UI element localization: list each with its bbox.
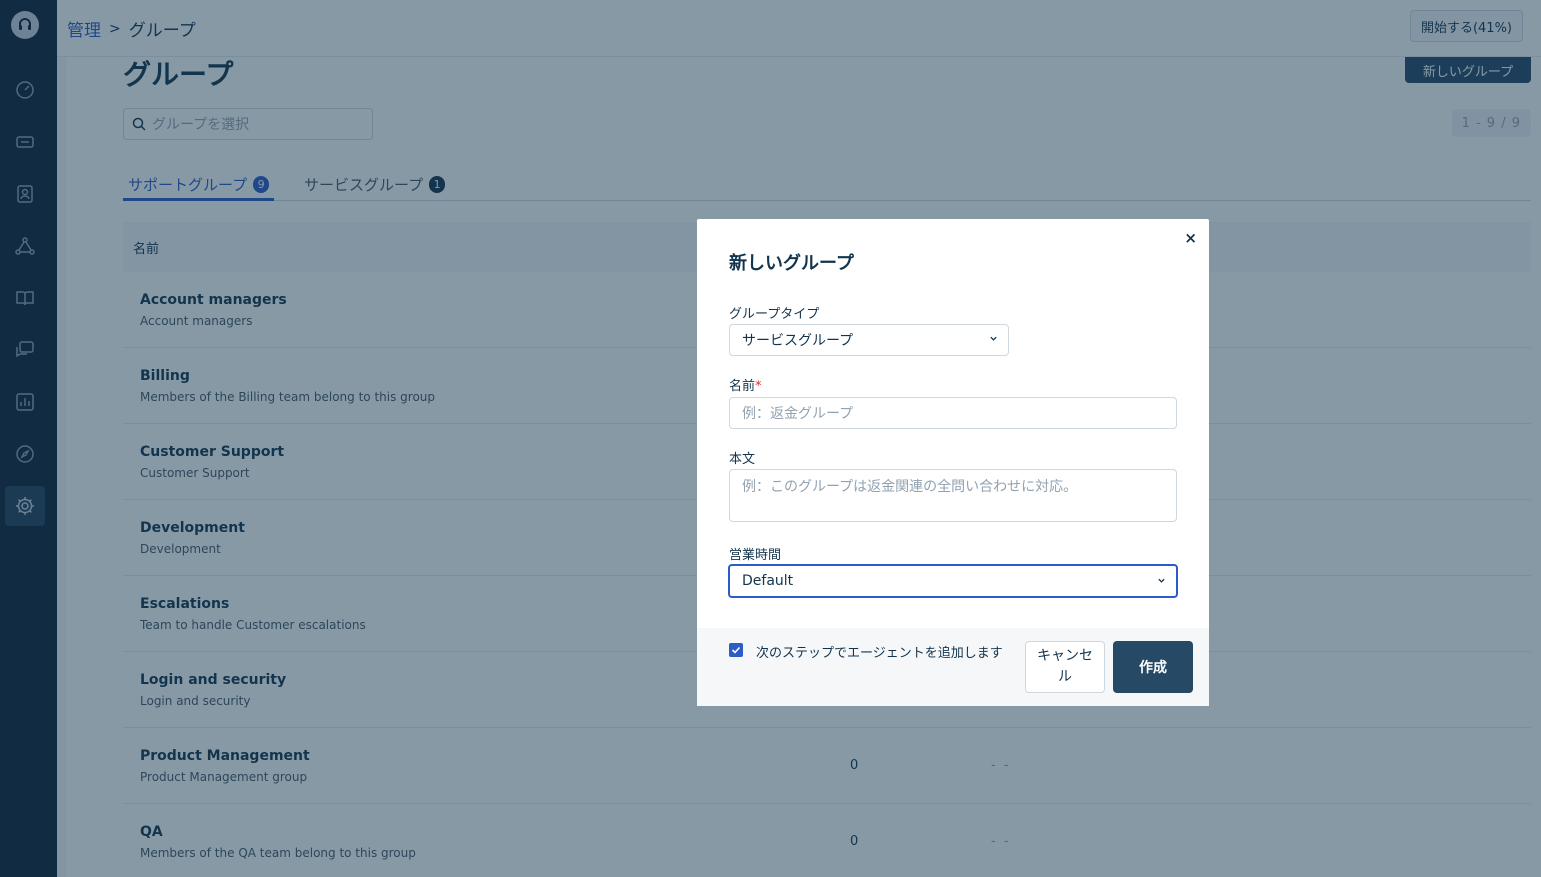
- chevron-down-icon: [1157, 576, 1166, 588]
- chevron-down-icon: [989, 334, 998, 346]
- required-marker: *: [755, 379, 762, 394]
- name-field[interactable]: 例：返金グループ: [729, 397, 1177, 429]
- business-hours-select[interactable]: Default: [728, 564, 1178, 598]
- checkmark-icon: [731, 646, 741, 654]
- group-type-select[interactable]: サービスグループ: [729, 324, 1009, 356]
- group-type-value: サービスグループ: [742, 333, 854, 349]
- dialog-footer: 次のステップでエージェントを追加します キャンセル 作成: [697, 628, 1209, 706]
- cancel-button[interactable]: キャンセル: [1025, 641, 1105, 693]
- business-hours-label: 営業時間: [729, 548, 782, 563]
- add-agents-checkbox[interactable]: [729, 643, 743, 657]
- name-placeholder: 例：返金グループ: [742, 406, 854, 422]
- new-group-dialog: × 新しいグループ グループタイプ サービスグループ 名前* 例：返金グループ …: [697, 219, 1209, 706]
- body-label: 本文: [729, 452, 756, 467]
- add-agents-label[interactable]: 次のステップでエージェントを追加します: [756, 642, 1003, 661]
- close-icon[interactable]: ×: [1184, 229, 1197, 247]
- name-label-text: 名前: [729, 379, 756, 394]
- dialog-title: 新しいグループ: [729, 253, 854, 274]
- group-type-label: グループタイプ: [729, 307, 820, 322]
- body-placeholder: 例：このグループは返金関連の全問い合わせに対応。: [742, 479, 1078, 495]
- create-button[interactable]: 作成: [1113, 641, 1193, 693]
- body-textarea[interactable]: 例：このグループは返金関連の全問い合わせに対応。: [729, 469, 1177, 522]
- name-label: 名前*: [729, 375, 762, 394]
- business-hours-value: Default: [742, 573, 794, 589]
